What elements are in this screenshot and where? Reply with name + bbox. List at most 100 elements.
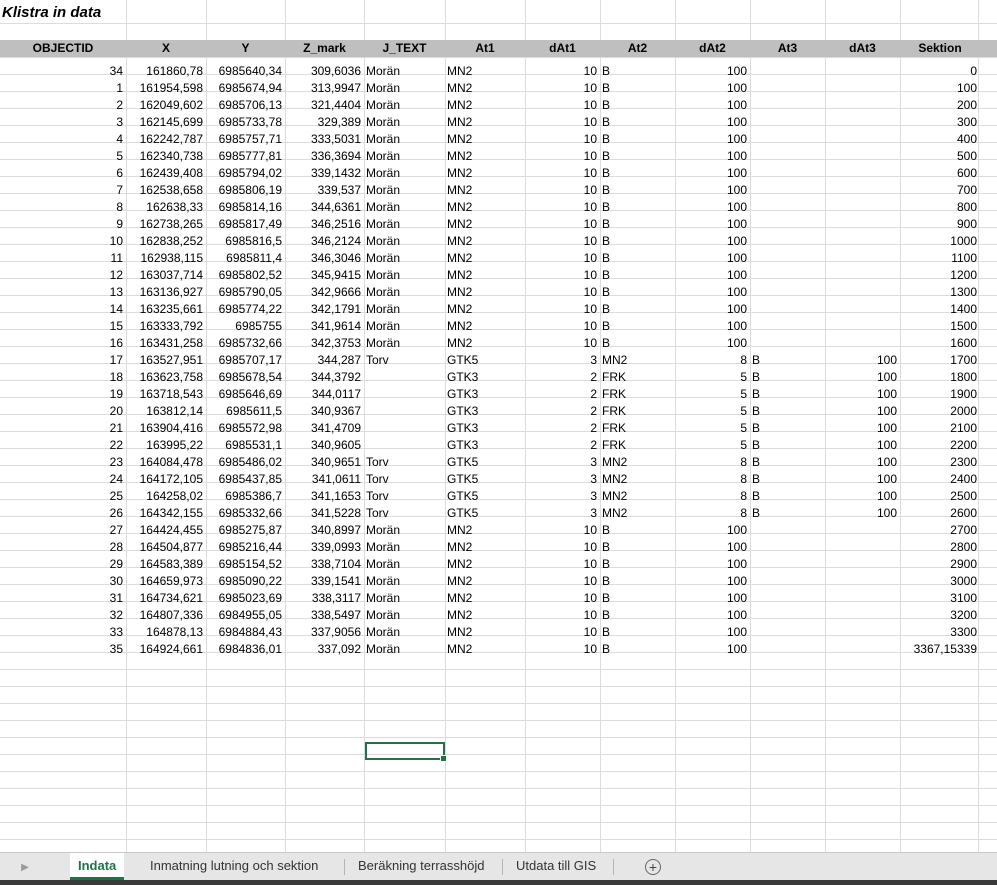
cell-at2[interactable]: B <box>600 301 675 318</box>
cell-j-text[interactable]: Morän <box>364 165 445 182</box>
cell-dat3[interactable] <box>825 607 900 624</box>
cell-objectid[interactable]: 16 <box>0 335 126 352</box>
cell-j-text[interactable] <box>364 403 445 420</box>
cell-dat1[interactable]: 10 <box>525 556 600 573</box>
cell-dat2[interactable]: 100 <box>675 284 750 301</box>
cell-objectid[interactable]: 21 <box>0 420 126 437</box>
cell-j-text[interactable]: Morän <box>364 284 445 301</box>
cell-y[interactable]: 6985486,02 <box>206 454 285 471</box>
cell-objectid[interactable]: 10 <box>0 233 126 250</box>
sheet-tab-indata[interactable]: Indata <box>70 853 125 880</box>
column-header-at1[interactable]: At1 <box>445 40 525 57</box>
cell-y[interactable]: 6985732,66 <box>206 335 285 352</box>
cell-dat1[interactable]: 10 <box>525 199 600 216</box>
cell-x[interactable]: 162145,699 <box>126 114 206 131</box>
cell-z-mark[interactable]: 336,3694 <box>285 148 364 165</box>
cell-dat2[interactable]: 5 <box>675 369 750 386</box>
cell-y[interactable]: 6985678,54 <box>206 369 285 386</box>
cell-sektion[interactable]: 1700 <box>900 352 980 369</box>
cell-x[interactable]: 162340,738 <box>126 148 206 165</box>
cell-x[interactable]: 164878,13 <box>126 624 206 641</box>
cell-sektion[interactable]: 1200 <box>900 267 980 284</box>
cell-dat1[interactable]: 10 <box>525 80 600 97</box>
cell-dat2[interactable]: 100 <box>675 114 750 131</box>
cell-sektion[interactable]: 1400 <box>900 301 980 318</box>
cell-dat1[interactable]: 10 <box>525 267 600 284</box>
cell-sektion[interactable]: 3367,15339 <box>900 641 980 658</box>
cell-objectid[interactable]: 13 <box>0 284 126 301</box>
cell-z-mark[interactable]: 341,5228 <box>285 505 364 522</box>
cell-sektion[interactable]: 2800 <box>900 539 980 556</box>
cell-dat2[interactable]: 100 <box>675 556 750 573</box>
cell-j-text[interactable]: Morän <box>364 199 445 216</box>
cell-dat3[interactable] <box>825 114 900 131</box>
cell-dat1[interactable]: 2 <box>525 369 600 386</box>
cell-y[interactable]: 6985216,44 <box>206 539 285 556</box>
cell-dat1[interactable]: 3 <box>525 454 600 471</box>
cell-dat3[interactable] <box>825 522 900 539</box>
cell-y[interactable]: 6985646,69 <box>206 386 285 403</box>
cell-x[interactable]: 163037,714 <box>126 267 206 284</box>
cell-x[interactable]: 164807,336 <box>126 607 206 624</box>
cell-at2[interactable]: B <box>600 556 675 573</box>
column-header-y[interactable]: Y <box>206 40 285 57</box>
cell-j-text[interactable]: Morän <box>364 148 445 165</box>
cell-j-text[interactable]: Torv <box>364 471 445 488</box>
cell-at1[interactable]: MN2 <box>445 335 525 352</box>
cell-j-text[interactable]: Morän <box>364 63 445 80</box>
cell-dat3[interactable]: 100 <box>825 386 900 403</box>
cell-dat1[interactable]: 3 <box>525 352 600 369</box>
cell-sektion[interactable]: 2400 <box>900 471 980 488</box>
cell-y[interactable]: 6985023,69 <box>206 590 285 607</box>
cell-objectid[interactable]: 19 <box>0 386 126 403</box>
cell-y[interactable]: 6985437,85 <box>206 471 285 488</box>
cell-dat3[interactable]: 100 <box>825 437 900 454</box>
cell-x[interactable]: 164424,455 <box>126 522 206 539</box>
cell-at1[interactable]: MN2 <box>445 624 525 641</box>
cell-dat1[interactable]: 2 <box>525 403 600 420</box>
cell-x[interactable]: 164504,877 <box>126 539 206 556</box>
cell-x[interactable]: 163333,792 <box>126 318 206 335</box>
cell-at2[interactable]: B <box>600 216 675 233</box>
cell-z-mark[interactable]: 313,9947 <box>285 80 364 97</box>
cell-x[interactable]: 163136,927 <box>126 284 206 301</box>
column-header-dat1[interactable]: dAt1 <box>525 40 600 57</box>
cell-dat1[interactable]: 10 <box>525 335 600 352</box>
cell-sektion[interactable]: 1100 <box>900 250 980 267</box>
cell-y[interactable]: 6985386,7 <box>206 488 285 505</box>
cell-at3[interactable] <box>750 233 825 250</box>
cell-dat3[interactable]: 100 <box>825 505 900 522</box>
cell-y[interactable]: 6985806,19 <box>206 182 285 199</box>
cell-dat2[interactable]: 100 <box>675 301 750 318</box>
cell-dat2[interactable]: 100 <box>675 539 750 556</box>
cell-at3[interactable] <box>750 284 825 301</box>
cell-y[interactable]: 6985572,98 <box>206 420 285 437</box>
cell-dat2[interactable]: 8 <box>675 471 750 488</box>
column-header-dat3[interactable]: dAt3 <box>825 40 900 57</box>
cell-y[interactable]: 6985757,71 <box>206 131 285 148</box>
cell-at1[interactable]: MN2 <box>445 641 525 658</box>
cell-at1[interactable]: MN2 <box>445 573 525 590</box>
cell-y[interactable]: 6985816,5 <box>206 233 285 250</box>
cell-y[interactable]: 6985275,87 <box>206 522 285 539</box>
cell-objectid[interactable]: 35 <box>0 641 126 658</box>
cell-j-text[interactable]: Morän <box>364 216 445 233</box>
cell-at3[interactable] <box>750 522 825 539</box>
cell-at2[interactable]: B <box>600 318 675 335</box>
cell-sektion[interactable]: 1600 <box>900 335 980 352</box>
cell-at2[interactable]: B <box>600 284 675 301</box>
cell-z-mark[interactable]: 339,0993 <box>285 539 364 556</box>
fill-handle[interactable] <box>440 755 447 762</box>
cell-sektion[interactable]: 3200 <box>900 607 980 624</box>
cell-dat2[interactable]: 8 <box>675 488 750 505</box>
cell-dat1[interactable]: 10 <box>525 216 600 233</box>
cell-objectid[interactable]: 29 <box>0 556 126 573</box>
cell-dat3[interactable] <box>825 165 900 182</box>
cell-sektion[interactable]: 1000 <box>900 233 980 250</box>
cell-at2[interactable]: FRK <box>600 420 675 437</box>
cell-objectid[interactable]: 5 <box>0 148 126 165</box>
cell-dat3[interactable] <box>825 301 900 318</box>
cell-at3[interactable] <box>750 80 825 97</box>
cell-j-text[interactable]: Morän <box>364 607 445 624</box>
cell-y[interactable]: 6985814,16 <box>206 199 285 216</box>
